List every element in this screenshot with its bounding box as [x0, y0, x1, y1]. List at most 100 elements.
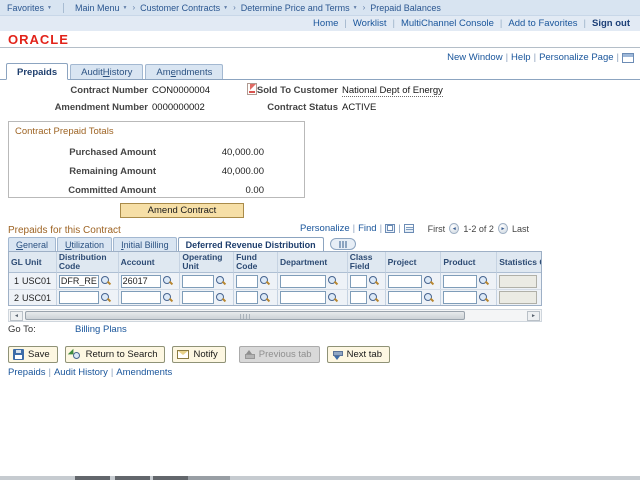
grid-body: 1USC012USC01 — [9, 273, 541, 305]
view-all-popup-icon[interactable] — [385, 224, 396, 233]
strip-segment — [188, 476, 230, 480]
column-header-label: Class Field — [349, 252, 373, 271]
class-field-input[interactable] — [349, 291, 367, 304]
download-icon[interactable] — [403, 224, 414, 233]
class-field-lookup-icon[interactable] — [368, 275, 380, 287]
previous-rows-arrow-icon[interactable]: ◄ — [449, 223, 460, 234]
cell-department — [278, 273, 348, 289]
columns-icon — [338, 240, 341, 248]
save-button[interactable]: Save — [8, 346, 58, 363]
personalize-link[interactable]: Personalize — [300, 223, 350, 234]
breadcrumb-separator-icon: › — [362, 3, 366, 12]
breadcrumb: Favorites ▼ Main Menu ▼ › Customer Contracts ▼… — [0, 0, 640, 16]
table-row: 2 USC01 — [9, 289, 541, 305]
copy-url-icon[interactable] — [622, 52, 634, 63]
page-link-personalize-page[interactable]: Personalize Page — [539, 52, 613, 63]
operating-unit-lookup-icon[interactable] — [215, 292, 227, 304]
billing-plans-link[interactable]: Billing Plans — [75, 324, 127, 335]
page-links-list: New Window | Help | Personalize Page — [447, 52, 613, 63]
button-label: Notify — [193, 349, 218, 360]
page-link-new-window[interactable]: New Window — [447, 52, 502, 63]
project-lookup-icon[interactable] — [423, 275, 435, 287]
breadcrumb-item-prepaid-balances[interactable]: Prepaid Balances — [370, 3, 441, 13]
subtab-general[interactable]: General — [8, 237, 57, 251]
account-lookup-icon[interactable] — [162, 292, 174, 304]
distribution-code-lookup-icon[interactable] — [100, 275, 112, 287]
statistics-c-input — [499, 274, 538, 288]
show-all-columns-button[interactable] — [329, 238, 356, 250]
footer-link-amendments[interactable]: Amendments — [116, 367, 172, 378]
last-label[interactable]: Last — [512, 224, 529, 234]
footer-link-audit-history[interactable]: Audit History — [54, 367, 108, 378]
cell-fund-code — [234, 273, 278, 289]
find-link[interactable]: Find — [358, 223, 376, 234]
department-lookup-icon[interactable] — [327, 275, 339, 287]
distribution-code-input[interactable] — [58, 274, 99, 288]
fund-code-input[interactable] — [236, 274, 259, 288]
operating-unit-input[interactable] — [182, 274, 215, 288]
breadcrumb-item-customer-contracts[interactable]: Customer Contracts ▼ — [140, 3, 228, 13]
table-row: 1 USC01 — [9, 273, 541, 289]
header-link-worklist[interactable]: Worklist — [353, 18, 387, 29]
column-header-account: Account — [118, 252, 181, 273]
first-label[interactable]: First — [428, 224, 446, 234]
sold-to-customer-value[interactable]: National Dept of Energy — [342, 85, 443, 97]
header-link-home[interactable]: Home — [313, 18, 338, 29]
product-input[interactable] — [443, 291, 478, 304]
tab-audit-history[interactable]: Audit History — [70, 64, 144, 79]
statistics-c-input — [499, 291, 538, 304]
project-lookup-icon[interactable] — [423, 292, 435, 304]
tab-amendments[interactable]: Am e ndments — [145, 64, 224, 79]
class-field-lookup-icon[interactable] — [368, 292, 380, 304]
fund-code-input[interactable] — [236, 291, 259, 304]
amend-contract-button[interactable]: Amend Contract — [120, 203, 244, 218]
department-input[interactable] — [280, 291, 326, 304]
next-tab-button[interactable]: Next tab — [326, 346, 390, 363]
distribution-code-input[interactable] — [58, 291, 99, 304]
contract-prepaid-totals-box: Contract Prepaid Totals Purchased Amount… — [8, 121, 305, 198]
horizontal-scrollbar[interactable]: ◄ ► — [8, 309, 542, 322]
scrollbar-thumb[interactable] — [25, 311, 465, 320]
cell-class-field — [348, 273, 386, 289]
class-field-input[interactable] — [349, 274, 367, 288]
breadcrumb-item-main-menu[interactable]: Main Menu ▼ — [75, 3, 127, 13]
product-input[interactable] — [443, 274, 478, 288]
caret-down-icon: ▼ — [223, 4, 229, 11]
header-link-add-to-favorites[interactable]: Add to Favorites — [508, 18, 577, 29]
scroll-right-arrow-icon[interactable]: ► — [527, 310, 540, 321]
operating-unit-input[interactable] — [182, 291, 215, 304]
product-lookup-icon[interactable] — [478, 292, 490, 304]
account-lookup-icon[interactable] — [162, 275, 174, 287]
breadcrumb-item-determine-price-and-terms[interactable]: Determine Price and Terms ▼ — [241, 3, 358, 13]
footer-links: Prepaids | Audit History | Amendments — [8, 367, 172, 378]
account-input[interactable] — [120, 291, 161, 304]
return-to-search-button[interactable]: Return to Search — [64, 346, 166, 363]
scroll-left-arrow-icon[interactable]: ◄ — [10, 310, 23, 321]
page-link-help[interactable]: Help — [511, 52, 531, 63]
subtab-initial-billing[interactable]: Initial Billing — [113, 237, 177, 251]
notify-button[interactable]: Notify — [172, 346, 226, 363]
fund-code-lookup-icon[interactable] — [259, 275, 271, 287]
footer-link-prepaids[interactable]: Prepaids — [8, 367, 46, 378]
tab-prepaids[interactable]: Prepaids — [6, 63, 69, 80]
account-input[interactable] — [120, 274, 161, 288]
sign-out-link[interactable]: Sign out — [592, 18, 630, 29]
department-lookup-icon[interactable] — [327, 292, 339, 304]
subtab-utilization[interactable]: Utilization — [57, 237, 113, 251]
breadcrumb-favorites[interactable]: Favorites ▼ — [7, 3, 52, 13]
cell-project — [386, 273, 442, 289]
project-input[interactable] — [387, 274, 422, 288]
product-lookup-icon[interactable] — [478, 275, 490, 287]
header-link-multichannel-console[interactable]: MultiChannel Console — [401, 18, 494, 29]
operating-unit-lookup-icon[interactable] — [215, 275, 227, 287]
department-input[interactable] — [280, 274, 326, 288]
column-header-label: GL Unit — [11, 256, 42, 267]
subtab-deferred-revenue-distribution[interactable]: Deferred Revenue Distribution — [177, 237, 324, 251]
next-rows-arrow-icon[interactable]: ► — [497, 223, 508, 234]
bottom-toolbar: Save Return to Search Notify Previous ta… — [8, 346, 390, 363]
column-header-label: Operating Unit — [182, 252, 223, 271]
fund-code-lookup-icon[interactable] — [259, 292, 271, 304]
link-separator: | — [352, 223, 356, 234]
project-input[interactable] — [387, 291, 422, 304]
distribution-code-lookup-icon[interactable] — [100, 292, 112, 304]
